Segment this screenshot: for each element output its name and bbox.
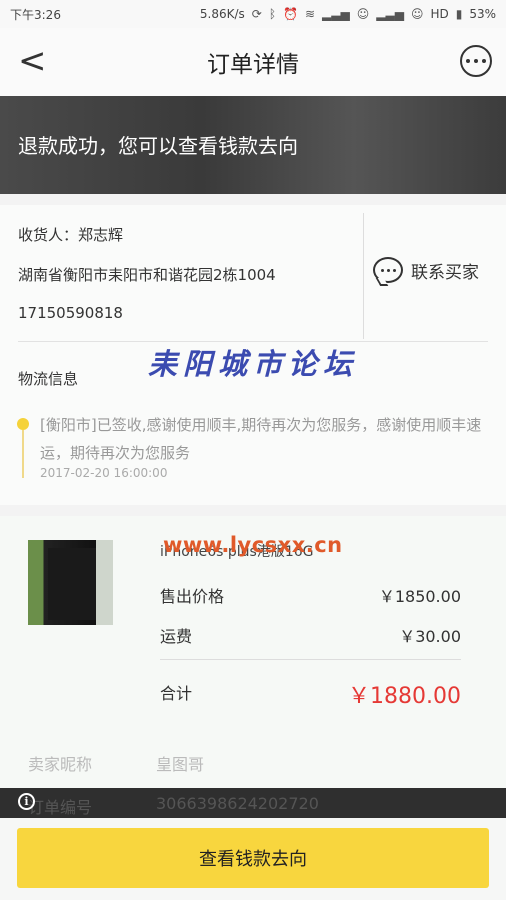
signal-icon: ▂▃▅ — [322, 7, 350, 21]
total-value: ￥1880.00 — [348, 684, 461, 709]
contact-buyer-button[interactable]: 联系买家 — [373, 257, 479, 283]
refund-status-text: 退款成功，您可以查看钱款去向 — [18, 134, 298, 158]
logistics-title: 物流信息 — [18, 370, 79, 388]
seller-nickname-label: 卖家昵称 — [28, 755, 93, 774]
signal-2-icon: ▂▃▅ — [376, 7, 404, 21]
chat-bubble-icon — [373, 257, 403, 283]
url-watermark: www.lycsxx.cn — [163, 533, 343, 557]
wifi-icon: ≋ — [304, 7, 316, 21]
info-icon[interactable]: i — [18, 793, 35, 810]
refund-banner: 退款成功，您可以查看钱款去向 — [0, 96, 506, 194]
goods-divider — [160, 659, 461, 660]
battery-level: 53% — [469, 7, 496, 21]
alarm-icon: ⏰ — [283, 7, 298, 21]
shipping-label: 运费 — [160, 627, 193, 646]
nav-bar: < 订单详情 — [0, 28, 506, 96]
recipient-name: 收货人：郑志辉 — [18, 226, 124, 244]
forum-watermark: 耒阳城市论坛 — [148, 347, 359, 381]
logistics-message[interactable]: [衡阳市]已签收,感谢使用顺丰,期待再次为您服务，感谢使用顺丰速运，期待再次为您… — [40, 411, 485, 467]
status-time: 下午3:26 — [10, 7, 61, 22]
timeline-line — [22, 430, 24, 478]
product-thumbnail[interactable] — [28, 540, 113, 625]
network-speed: 5.86K/s — [199, 7, 245, 21]
status-bar: 下午3:26 5.86K/s ⟳ ᛒ ⏰ ≋ ▂▃▅ ☺ ▂▃▅ ☺ HD ▮ … — [0, 0, 506, 28]
more-options-icon[interactable] — [460, 45, 492, 77]
address-card: 收货人：郑志辉 湖南省衡阳市耒阳市和谐花园2栋1004 17150590818 … — [0, 205, 506, 505]
back-icon[interactable]: < — [18, 42, 52, 82]
seller-nickname-value: 皇图哥 — [156, 755, 205, 774]
price-value: ￥1850.00 — [378, 587, 461, 606]
hd-label: HD — [430, 7, 449, 21]
status-indicators: 5.86K/s ⟳ ᛒ ⏰ ≋ ▂▃▅ ☺ ▂▃▅ ☺ HD ▮ 53% — [200, 7, 496, 21]
bottom-bar: 查看钱款去向 — [0, 818, 506, 900]
page-title: 订单详情 — [207, 52, 299, 78]
shipping-address: 湖南省衡阳市耒阳市和谐花园2栋1004 — [18, 266, 276, 284]
logistics-time: 2017-02-20 16:00:00 — [40, 466, 168, 480]
emoji-2-icon: ☺ — [410, 7, 424, 21]
contact-buyer-label: 联系买家 — [411, 262, 479, 283]
timeline-dot-icon — [17, 418, 29, 430]
price-label: 售出价格 — [160, 587, 225, 606]
goods-card: iPhone6s plus港版16G www.lycsxx.cn 售出价格 ￥1… — [0, 516, 506, 788]
sync-icon: ⟳ — [251, 7, 262, 21]
vertical-divider — [363, 213, 364, 339]
recipient-phone: 17150590818 — [18, 304, 123, 322]
total-label: 合计 — [160, 684, 193, 703]
battery-icon: ▮ — [455, 7, 463, 21]
view-refund-button[interactable]: 查看钱款去向 — [17, 828, 489, 888]
shipping-value: ￥30.00 — [399, 627, 461, 646]
bluetooth-icon: ᛒ — [268, 7, 277, 21]
order-number-value: 3066398624202720 — [156, 794, 319, 813]
emoji-icon: ☺ — [356, 7, 370, 21]
order-number-label: 订单编号 — [28, 798, 93, 817]
info-toast: 订单编号 3066398624202720 i — [0, 788, 506, 818]
